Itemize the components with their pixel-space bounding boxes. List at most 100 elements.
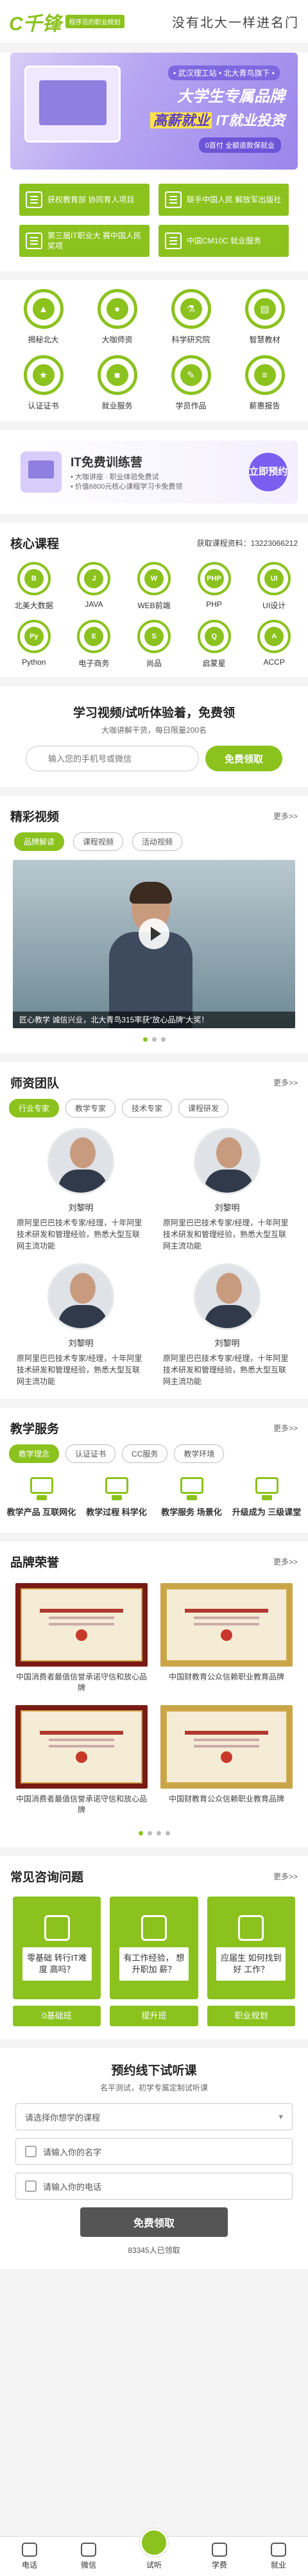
tab-phone[interactable]: 电话 xyxy=(21,2543,37,2570)
course-item[interactable]: Py Python xyxy=(4,620,64,669)
service-item[interactable]: 教学过程 科学化 xyxy=(79,1476,154,1518)
tab-environment[interactable]: 教学环境 xyxy=(174,1444,225,1463)
carousel-dot[interactable] xyxy=(160,1037,166,1042)
trial-subtitle: 大咖讲解干货，每日限量200名 xyxy=(101,726,207,735)
tab-course-video[interactable]: 课程视频 xyxy=(73,832,124,851)
service-item[interactable]: 升级成为 三级课堂 xyxy=(229,1476,304,1518)
form-subtitle: 名平测试，初学专属定制试听课 xyxy=(99,2083,208,2092)
hotline[interactable]: 获取课程资料：13223066212 xyxy=(197,538,298,548)
carousel-dot[interactable] xyxy=(147,1831,152,1836)
honor-card[interactable]: 中国消费者最值信誉承诺守信和放心品牌 xyxy=(15,1705,148,1816)
trial-title: 学习视频/试听体验着，免费领 xyxy=(73,706,235,720)
training-camp-card[interactable]: IT免费训练营 • 大咖讲座 · 职业体验免费试 • 价值6800元核心课程学习… xyxy=(10,441,298,504)
hero-banner[interactable]: • 武汉理工站 • 北大青鸟旗下 • 大学生专属品牌 高薪就业 IT就业投资 0… xyxy=(10,53,298,170)
honor-card[interactable]: 中国财教育公众信赖职业教育品牌 xyxy=(160,1583,293,1694)
course-icon: E xyxy=(84,627,104,646)
banner-cta[interactable]: 0首付 全额退款保就业 xyxy=(198,137,281,153)
honor-card[interactable]: 中国财教育公众信赖职业教育品牌 xyxy=(160,1705,293,1816)
carousel-dot[interactable] xyxy=(151,1037,157,1042)
avatar xyxy=(194,1263,261,1330)
claim-button[interactable]: 免费领取 xyxy=(205,746,282,771)
certificate-image xyxy=(160,1705,293,1789)
honor-card[interactable]: 中国消费者最值信誉承诺守信和放心品牌 xyxy=(15,1583,148,1694)
tab-brand[interactable]: 品牌解读 xyxy=(14,832,65,851)
document-icon xyxy=(165,232,182,249)
course-item[interactable]: A ACCP xyxy=(244,620,304,669)
teacher-card[interactable]: 刘黎明 原阿里巴巴技术专家/经理，十年阿里技术研发和管理经验，熟悉大型互联网主流功… xyxy=(159,1263,295,1387)
tab-trial[interactable]: 试听 xyxy=(139,2528,168,2570)
course-icon: PHP xyxy=(204,569,224,588)
nav-item[interactable]: ▲ 揭秘北大 xyxy=(6,289,80,345)
course-item[interactable]: S 尚品 xyxy=(124,620,184,669)
more-link[interactable]: 更多>> xyxy=(273,1871,298,1882)
submit-button[interactable]: 免费领取 xyxy=(80,2207,228,2237)
course-item[interactable]: E 电子商务 xyxy=(64,620,124,669)
course-select[interactable]: 请选择你想学的课程 ▾ xyxy=(15,2103,293,2130)
nav-item[interactable]: ▤ 智慧教材 xyxy=(228,289,302,345)
document-icon xyxy=(26,191,42,208)
tab-teaching-expert[interactable]: 教学专家 xyxy=(65,1099,116,1117)
course-item[interactable]: B 北美大数据 xyxy=(4,562,64,611)
nav-item[interactable]: ⚗ 科学研究院 xyxy=(154,289,228,345)
carousel-dot[interactable] xyxy=(138,1831,143,1836)
banner-kicker: • 武汉理工站 • 北大青鸟旗下 • xyxy=(168,66,280,80)
more-link[interactable]: 更多>> xyxy=(273,810,298,821)
nav-item[interactable]: ✎ 学员作品 xyxy=(154,355,228,411)
tab-employment[interactable]: 就业 xyxy=(270,2543,286,2570)
notice-grid: 获权教育部 协同育人项目 联手中国人民 解放军出版社 第三届IT职业大 赛中国人… xyxy=(0,170,308,270)
more-link[interactable]: 更多>> xyxy=(273,1423,298,1433)
service-item[interactable]: 教学服务 场景化 xyxy=(154,1476,229,1518)
book-now-button[interactable]: 立即预约 xyxy=(249,453,287,491)
tab-cc-service[interactable]: CC服务 xyxy=(122,1444,168,1463)
notice-item[interactable]: 第三届IT职业大 赛中国人民奖项 xyxy=(19,225,150,257)
report-icon: ≡ xyxy=(253,364,276,386)
course-item[interactable]: J JAVA xyxy=(64,562,124,611)
teacher-card[interactable]: 刘黎明 原阿里巴巴技术专家/经理，十年阿里技术研发和管理经验，熟悉大型互联网主流功… xyxy=(13,1263,149,1387)
flask-icon: ⚗ xyxy=(180,298,202,320)
course-item[interactable]: Q 启蒙星 xyxy=(184,620,244,669)
course-item[interactable]: PHP PHP xyxy=(184,562,244,611)
phone-field[interactable]: 请输入你的电话 xyxy=(15,2173,293,2200)
more-link[interactable]: 更多>> xyxy=(273,1077,298,1088)
tab-wechat[interactable]: 微信 xyxy=(80,2543,96,2570)
bottom-tab-bar: 电话 微信 试听 学费 就业 xyxy=(0,2528,308,2576)
name-field[interactable]: 请输入你的名字 xyxy=(15,2138,293,2165)
course-grid: B 北美大数据 J JAVA W WEB前端 PHP PHP UI UI设计 Py Pyth… xyxy=(0,559,308,678)
tab-tech-expert[interactable]: 技术专家 xyxy=(122,1099,173,1117)
avatar xyxy=(194,1128,261,1195)
course-icon: B xyxy=(24,569,44,588)
tab-philosophy[interactable]: 教学理念 xyxy=(9,1444,60,1463)
phone-input[interactable] xyxy=(26,746,199,771)
course-item[interactable]: W WEB前端 xyxy=(124,562,184,611)
tab-tuition[interactable]: 学费 xyxy=(211,2543,227,2570)
tab-industry-expert[interactable]: 行业专家 xyxy=(9,1099,60,1117)
tab-certificate[interactable]: 认证证书 xyxy=(65,1444,116,1463)
tab-event-video[interactable]: 活动视频 xyxy=(132,832,183,851)
notice-item[interactable]: 联手中国人民 解放军出版社 xyxy=(158,184,289,216)
certificate-image xyxy=(160,1583,293,1667)
video-player[interactable]: 匠心教学 诚信兴业，北大青鸟315率获“放心品牌”大奖！ xyxy=(13,860,295,1028)
carousel-dot[interactable] xyxy=(156,1831,161,1836)
notice-item[interactable]: 中国CM10C 就业服务 xyxy=(158,225,289,257)
nav-item[interactable]: ● 大咖师资 xyxy=(80,289,154,345)
nav-item[interactable]: ■ 就业服务 xyxy=(80,355,154,411)
wallet-icon xyxy=(211,2543,227,2557)
nav-item[interactable]: ≡ 薪惠报告 xyxy=(228,355,302,411)
carousel-dot[interactable] xyxy=(142,1037,148,1042)
play-icon[interactable] xyxy=(139,918,169,950)
faq-item[interactable]: 有工作经验， 想升职加 薪？ 提升班 xyxy=(110,1897,198,2026)
notice-item[interactable]: 获权教育部 协同育人项目 xyxy=(19,184,150,216)
nav-item[interactable]: ★ 认证证书 xyxy=(6,355,80,411)
tab-course-rd[interactable]: 课程研发 xyxy=(178,1099,229,1117)
teacher-card[interactable]: 刘黎明 原阿里巴巴技术专家/经理，十年阿里技术研发和管理经验，熟悉大型互联网主流功… xyxy=(159,1128,295,1252)
camp-benefit: • 价值6800元核心课程学习卡免费领 xyxy=(71,482,183,491)
faq-item[interactable]: 应届生 如何找到好 工作？ 职业规划 xyxy=(207,1897,295,2026)
more-link[interactable]: 更多>> xyxy=(273,1556,298,1567)
carousel-dot[interactable] xyxy=(165,1831,170,1836)
teacher-card[interactable]: 刘黎明 原阿里巴巴技术专家/经理，十年阿里技术研发和管理经验，熟悉大型互联网主流功… xyxy=(13,1128,149,1252)
course-item[interactable]: UI UI设计 xyxy=(244,562,304,611)
service-item[interactable]: 教学产品 互联网化 xyxy=(4,1476,79,1518)
faq-item[interactable]: 零基础 转行IT难度 高吗？ 0基础班 xyxy=(13,1897,101,2026)
document-icon xyxy=(26,232,42,249)
brand-logo[interactable]: C千锋 程序员的职业规划 xyxy=(9,8,124,36)
